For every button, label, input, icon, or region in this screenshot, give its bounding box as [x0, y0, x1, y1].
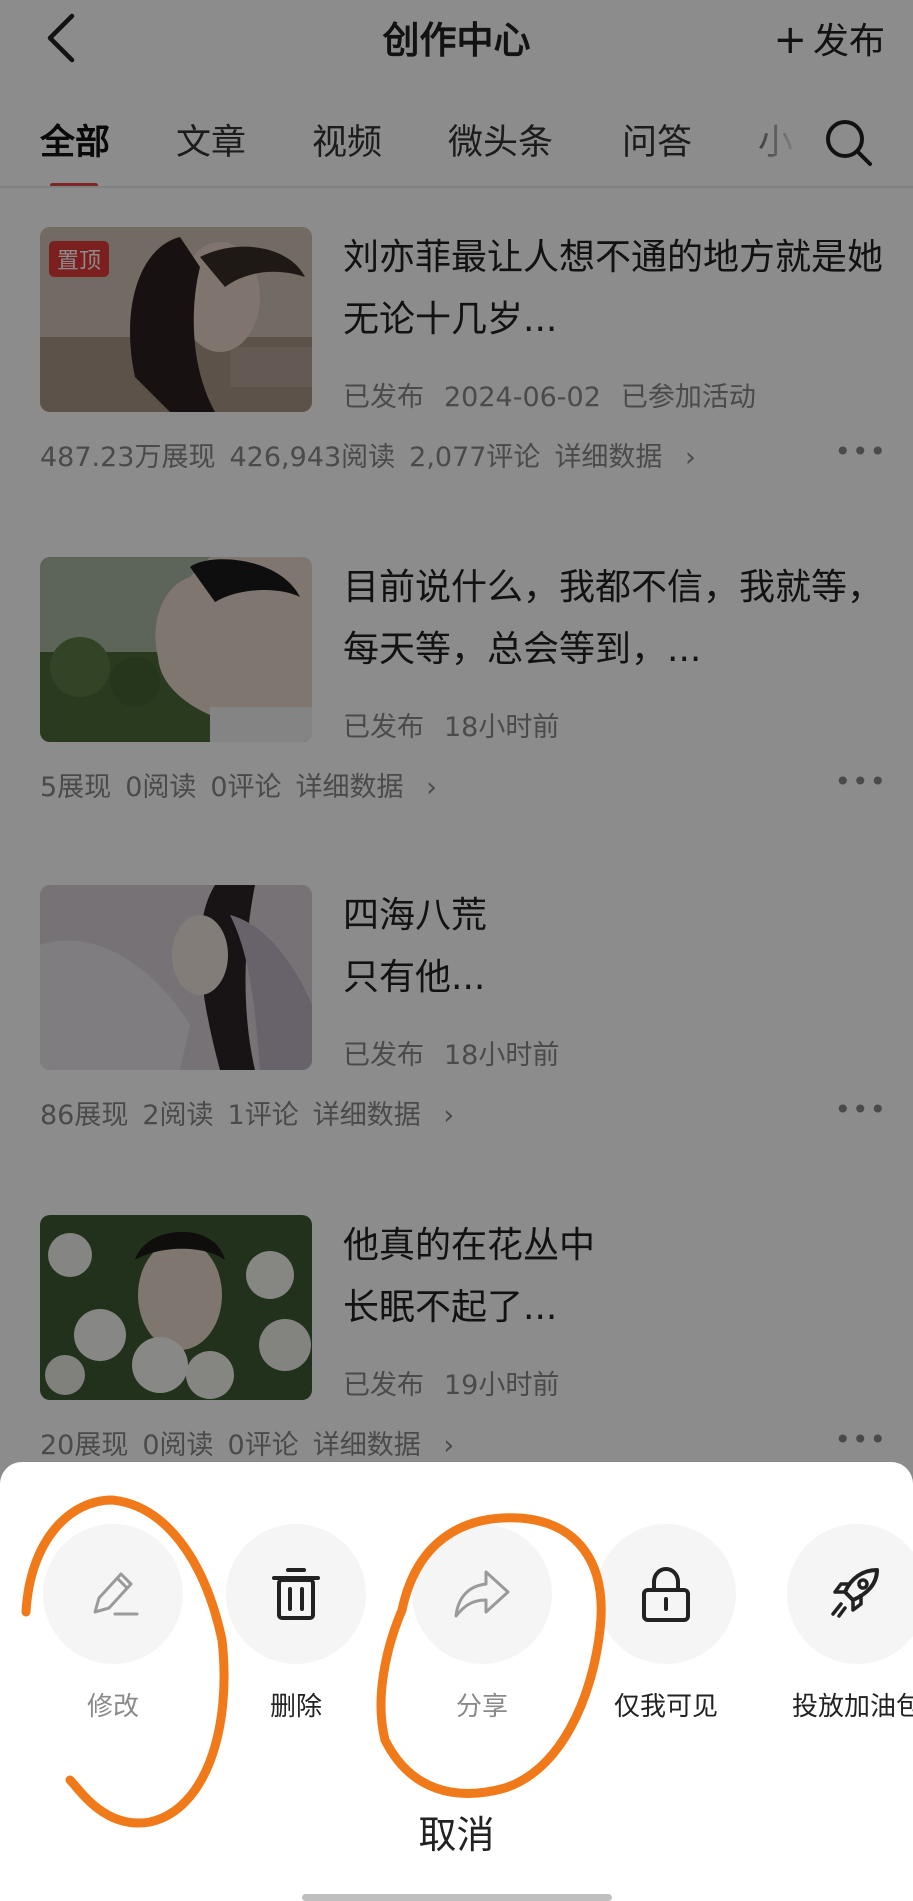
pencil-icon [93, 1572, 139, 1616]
lock-icon [642, 1566, 690, 1622]
boost-pack-label: 投放加油包 [791, 1692, 913, 1722]
action-sheet: 修改 删除 分享 仅我可见 投放加油包 取消 [0, 1462, 913, 1901]
edit-label: 修改 [86, 1692, 139, 1722]
share-arrow-icon [454, 1570, 510, 1618]
delete-circle [226, 1524, 366, 1664]
delete-button[interactable]: 删除 [221, 1524, 371, 1723]
boost-circle [787, 1524, 913, 1664]
edit-circle [43, 1524, 183, 1664]
home-indicator [302, 1894, 612, 1901]
share-button[interactable]: 分享 [407, 1524, 557, 1723]
private-visibility-button[interactable]: 仅我可见 [591, 1524, 741, 1723]
private-visibility-label: 仅我可见 [613, 1692, 718, 1722]
share-label: 分享 [455, 1692, 508, 1722]
trash-icon [272, 1568, 320, 1620]
boost-pack-button[interactable]: 投放加油包 [777, 1524, 913, 1723]
cancel-button[interactable]: 取消 [0, 1804, 913, 1859]
edit-button[interactable]: 修改 [38, 1524, 188, 1723]
rocket-icon [831, 1568, 879, 1618]
share-circle [412, 1524, 552, 1664]
delete-label: 删除 [269, 1692, 322, 1722]
private-circle [596, 1524, 736, 1664]
